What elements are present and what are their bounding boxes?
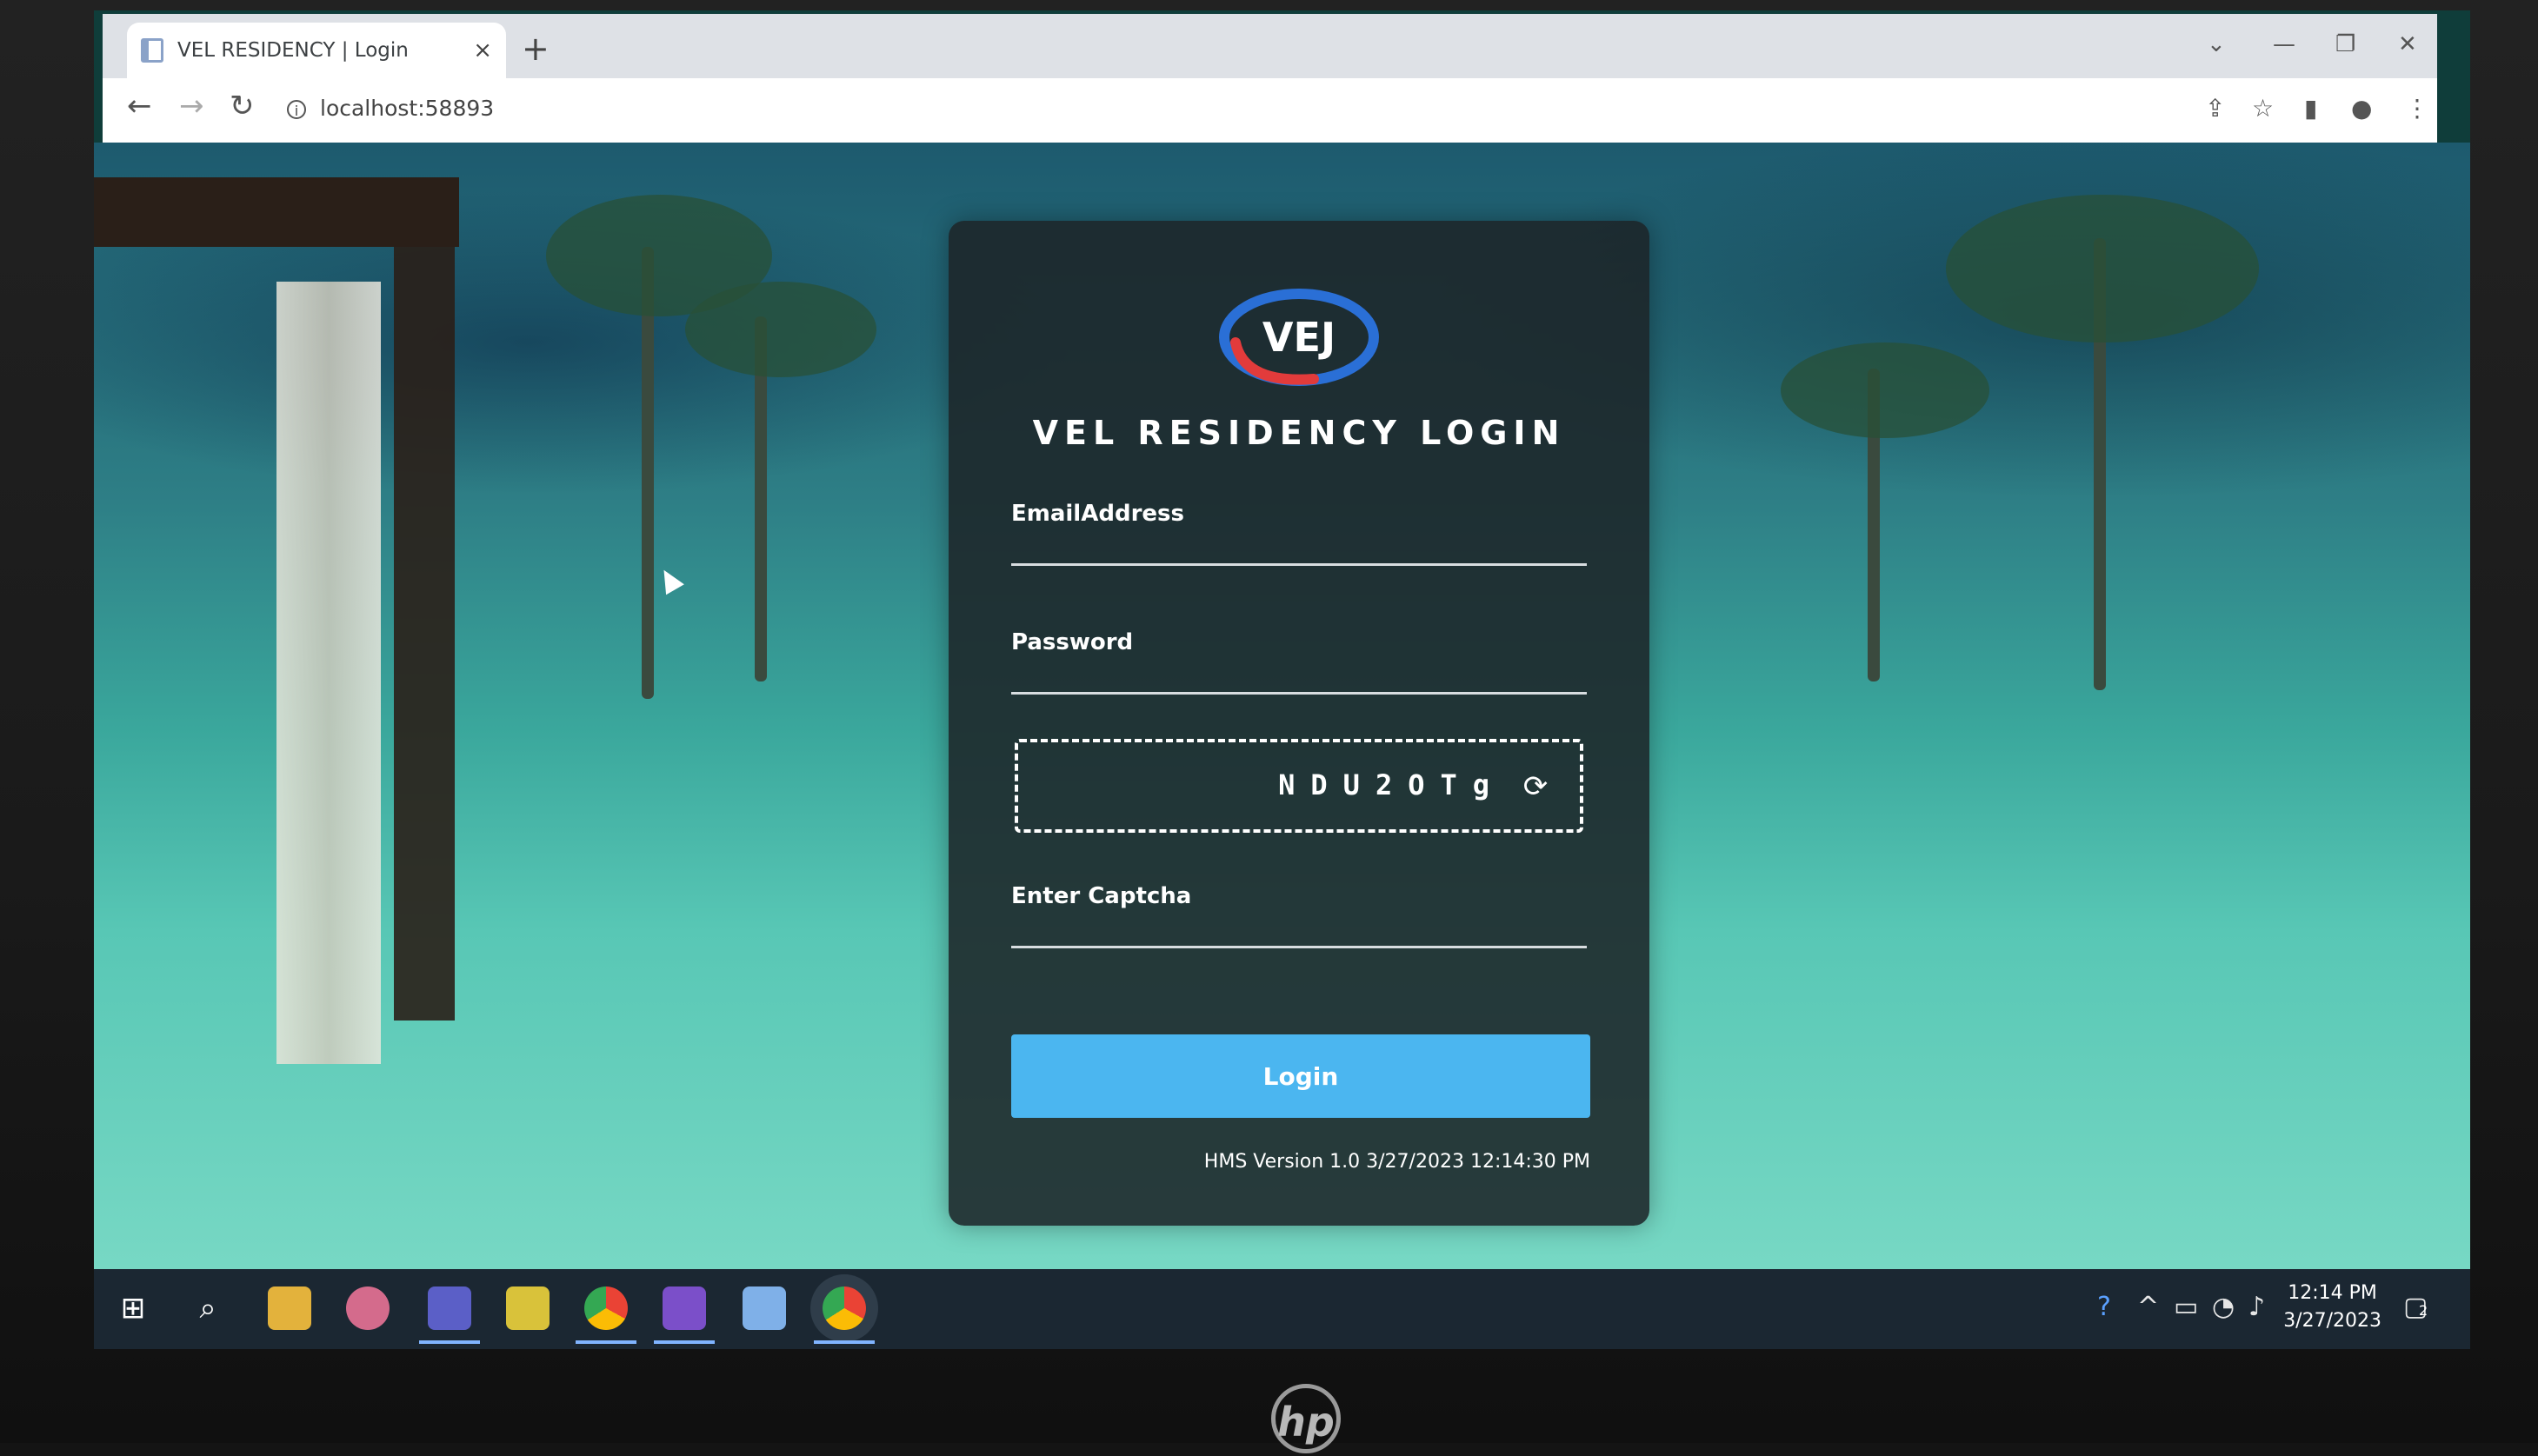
windows-taskbar: ⊞ ⌕ ? ^ ▭ ◔ ♪ 12:14 PM 3/27/2023 ▢ 2 [94,1269,2470,1349]
tab-close-icon[interactable]: × [473,37,492,63]
chrome-window-icon[interactable] [823,1286,866,1330]
file-explorer-icon[interactable] [268,1286,311,1330]
restore-button[interactable]: ❐ [2335,31,2355,57]
address-bar[interactable]: i localhost:58893 [287,96,494,121]
tab-title: VEL RESIDENCY | Login [177,39,409,62]
cabana-post [394,221,455,1021]
captcha-label: Enter Captcha [1011,883,1192,909]
login-page-background: VEJ VEL RESIDENCY LOGIN EmailAddress Pas… [94,143,2470,1269]
version-text: HMS Version 1.0 3/27/2023 12:14:30 PM [1203,1151,1590,1173]
password-underline [1011,692,1587,695]
vs-active-indicator [654,1340,715,1344]
wifi-icon[interactable]: ◔ [2212,1292,2235,1322]
email-underline [1011,563,1587,566]
chrome-icon[interactable] [584,1286,628,1330]
system-clock[interactable]: 12:14 PM 3/27/2023 [2283,1280,2381,1335]
help-icon[interactable]: ? [2097,1292,2111,1322]
forward-arrow-icon[interactable]: → [179,89,204,123]
snip-sketch-icon[interactable] [506,1286,550,1330]
back-arrow-icon[interactable]: ← [127,89,152,123]
speaker-muted-icon[interactable]: ♪ [2248,1292,2265,1322]
chrome-window-active-indicator [814,1340,875,1344]
refresh-captcha-icon[interactable]: ⟳ [1519,770,1552,803]
palm-fronds [1946,195,2259,342]
browser-toolbar: ← → ↻ i localhost:58893 ⇪ ☆ ▮ ● ⋮ [103,78,2437,143]
login-button[interactable]: Login [1011,1034,1590,1118]
email-label: EmailAddress [1011,501,1184,527]
screen: VEL RESIDENCY | Login × + ⌄ — ❐ ✕ ← → ↻ … [94,10,2470,1349]
login-card: VEJ VEL RESIDENCY LOGIN EmailAddress Pas… [949,221,1649,1226]
side-panel-icon[interactable]: ▮ [2304,94,2317,123]
clock-date: 3/27/2023 [2283,1310,2381,1332]
captcha-underline [1011,946,1587,948]
password-label: Password [1011,629,1134,655]
new-tab-button[interactable]: + [522,30,550,68]
visual-studio-icon[interactable] [663,1286,706,1330]
address-text: localhost:58893 [320,96,495,121]
notification-count: 2 [2419,1302,2428,1319]
clock-time: 12:14 PM [2288,1282,2377,1304]
page-favicon-icon [141,38,163,63]
palm-fronds [685,282,876,377]
password-field[interactable] [1011,657,1590,694]
site-info-icon[interactable]: i [287,100,306,119]
notes-app-icon[interactable] [743,1286,786,1330]
vel-logo: VEJ [1219,289,1379,386]
browser-tab[interactable]: VEL RESIDENCY | Login × [127,23,506,78]
cabana-curtain [276,282,381,1064]
profile-icon[interactable]: ● [2351,94,2372,123]
search-icon[interactable]: ⌕ [186,1286,230,1330]
minimize-button[interactable]: — [2273,31,2295,57]
captcha-input[interactable] [1011,911,1590,947]
close-window-button[interactable]: ✕ [2398,31,2417,57]
page-title: VEL RESIDENCY LOGIN [1032,414,1566,452]
menu-kebab-icon[interactable]: ⋮ [2405,94,2429,123]
windows-start-icon[interactable]: ⊞ [111,1286,155,1330]
snipping-app-icon[interactable] [346,1286,390,1330]
teams-active-indicator [419,1340,480,1344]
teams-icon[interactable] [428,1286,471,1330]
mouse-cursor [655,564,684,595]
chevron-up-icon[interactable]: ^ [2137,1292,2159,1322]
tab-search-icon[interactable]: ⌄ [2207,31,2226,57]
bookmark-star-icon[interactable]: ☆ [2252,94,2274,123]
battery-icon[interactable]: ▭ [2174,1292,2198,1322]
svg-text:VEJ: VEJ [1262,314,1336,361]
reload-icon[interactable]: ↻ [230,89,255,123]
browser-chrome: VEL RESIDENCY | Login × + ⌄ — ❐ ✕ ← → ↻ … [103,14,2437,143]
chrome-active-indicator [576,1340,636,1344]
email-field[interactable] [1011,529,1590,565]
captcha-box: NDU2OTg ⟳ [1015,739,1583,833]
captcha-code: NDU2OTg [1278,768,1505,801]
hp-logo: hp [1271,1384,1341,1453]
palm-fronds [1781,342,1989,438]
share-icon[interactable]: ⇪ [2205,94,2225,123]
